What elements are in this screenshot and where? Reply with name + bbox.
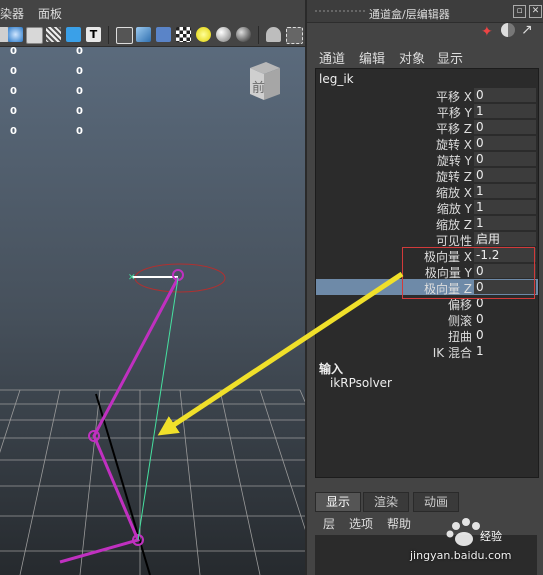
attr-translate-y[interactable]: 平移 Y1 <box>316 103 538 120</box>
attr-value[interactable]: 0 <box>474 168 536 182</box>
toolbar-divider <box>108 26 109 44</box>
attr-value[interactable]: 1 <box>474 200 536 214</box>
attr-rotate-x[interactable]: 旋转 X0 <box>316 135 538 152</box>
attr-scale-y[interactable]: 缩放 Y1 <box>316 199 538 216</box>
baidu-watermark-logo: 经验 <box>446 518 502 546</box>
attr-value[interactable]: 1 <box>474 216 536 230</box>
viewport-menubar: 染器 面板 <box>0 0 305 25</box>
text-icon[interactable]: T <box>86 27 101 42</box>
tab-render[interactable]: 渲染 <box>363 492 410 512</box>
select-camera-icon[interactable] <box>8 27 23 42</box>
menu-channels[interactable]: 通道 <box>319 48 345 67</box>
attr-scale-x[interactable]: 缩放 X1 <box>316 183 538 200</box>
attr-value[interactable]: 0 <box>474 312 536 326</box>
wireframe-icon[interactable] <box>116 27 133 44</box>
attr-visibility[interactable]: 可见性 启用 <box>316 231 538 248</box>
tab-animation[interactable]: 动画 <box>413 492 460 512</box>
attr-value[interactable]: 启用 <box>474 232 536 246</box>
shading-icon[interactable] <box>501 23 515 37</box>
inputs-header: 输入 <box>319 362 344 376</box>
attr-value[interactable]: 0 <box>474 328 536 342</box>
attr-value[interactable]: 1 <box>474 184 536 198</box>
smooth-shade-icon[interactable] <box>136 27 151 42</box>
grid-toggle-icon[interactable] <box>46 27 61 42</box>
attr-value[interactable]: 0 <box>474 136 536 150</box>
panel-icon-row: ✦ ↗ <box>307 22 543 42</box>
attr-scale-z[interactable]: 缩放 Z1 <box>316 215 538 232</box>
viewcube[interactable]: 前 <box>246 60 282 102</box>
menu-panels[interactable]: 面板 <box>38 5 62 22</box>
menu-options[interactable]: 选项 <box>349 515 373 532</box>
panel-title: 通道盒/层编辑器 <box>369 8 450 21</box>
shadow-icon[interactable] <box>216 27 231 42</box>
tab-display[interactable]: 显示 <box>315 492 362 512</box>
attr-value[interactable]: 1 <box>474 344 536 358</box>
pin-icon[interactable]: ↗ <box>521 22 533 38</box>
attr-value[interactable]: 0 <box>474 152 536 166</box>
attr-rotate-z[interactable]: 旋转 Z0 <box>316 167 538 184</box>
axis-icon[interactable]: ✦ <box>481 24 493 40</box>
light-icon[interactable] <box>196 27 211 42</box>
toolbar-divider <box>258 26 259 44</box>
viewport-scene[interactable]: ✕ <box>0 46 305 575</box>
grid-axis-line <box>95 393 151 575</box>
texture-icon[interactable] <box>176 27 191 42</box>
attr-value[interactable]: 0 <box>474 88 536 102</box>
isolate-icon[interactable] <box>266 27 281 42</box>
menu-layers[interactable]: 层 <box>323 515 335 532</box>
menu-edit[interactable]: 编辑 <box>359 48 385 67</box>
attr-roll[interactable]: 侧滚 0 <box>316 311 538 328</box>
attr-value[interactable]: 0 <box>474 120 536 134</box>
menu-display[interactable]: 显示 <box>437 48 463 67</box>
node-name[interactable]: leg_ik <box>319 72 354 86</box>
float-window-icon[interactable]: ▫ <box>513 5 526 18</box>
attr-translate-x[interactable]: 平移 X0 <box>316 87 538 104</box>
attr-translate-z[interactable]: 平移 Z0 <box>316 119 538 136</box>
menu-object[interactable]: 对象 <box>399 48 425 67</box>
watermark-text: jingyan.baidu.com <box>410 549 512 562</box>
attr-ik-blend[interactable]: IK 混合 1 <box>316 343 538 360</box>
attr-label: IK 混合 <box>432 346 472 360</box>
drag-handle[interactable] <box>315 10 365 14</box>
ground-grid <box>0 389 305 575</box>
svg-text:✕: ✕ <box>128 273 136 283</box>
close-icon[interactable]: ✕ <box>529 5 542 18</box>
viewcube-label: 前 <box>252 80 265 96</box>
layer-editor-tabs: 显示 渲染 动画 <box>315 490 537 512</box>
panel-titlebar: 通道盒/层编辑器 ▫ ✕ <box>307 0 543 23</box>
wire-on-shaded-icon[interactable] <box>156 27 171 42</box>
image-plane-icon[interactable] <box>66 27 81 42</box>
ortho-view-icon[interactable] <box>26 27 43 44</box>
svg-text:经验: 经验 <box>480 529 502 543</box>
attr-twist[interactable]: 扭曲 0 <box>316 327 538 344</box>
xray-icon[interactable] <box>286 27 303 44</box>
3d-viewport[interactable]: 染器 面板 T 0 0 0 0 0 0 0 0 0 0 ✕ 前 <box>0 0 305 575</box>
attr-rotate-y[interactable]: 旋转 Y0 <box>316 151 538 168</box>
pole-vector-highlight-box <box>402 247 535 299</box>
menu-renderer[interactable]: 染器 <box>0 5 24 22</box>
attr-value[interactable]: 1 <box>474 104 536 118</box>
viewport-toolbar: T <box>0 24 305 47</box>
ambient-occlusion-icon[interactable] <box>236 27 251 42</box>
channel-box-menubar: 通道 编辑 对象 显示 <box>307 44 543 67</box>
ik-solver-node[interactable]: ikRPsolver <box>330 376 392 390</box>
